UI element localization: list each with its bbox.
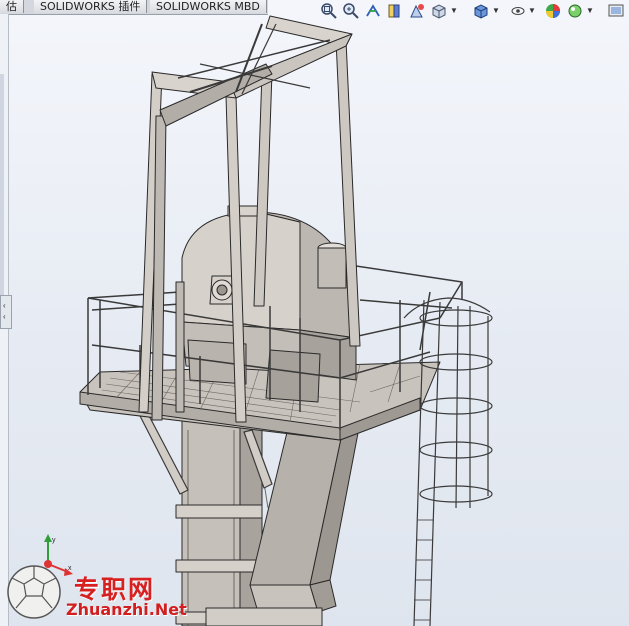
triad-x-label: x xyxy=(68,565,72,572)
caged-ladder xyxy=(403,297,493,626)
model-viewport[interactable] xyxy=(0,0,629,626)
head-housing xyxy=(181,205,357,403)
watermark-logo-icon xyxy=(7,565,61,619)
lifting-frame-top xyxy=(151,15,353,127)
platform-deck xyxy=(79,361,441,441)
triad-y-label: y xyxy=(52,537,56,544)
watermark-en: Zhuanzhi.Net xyxy=(66,600,187,619)
